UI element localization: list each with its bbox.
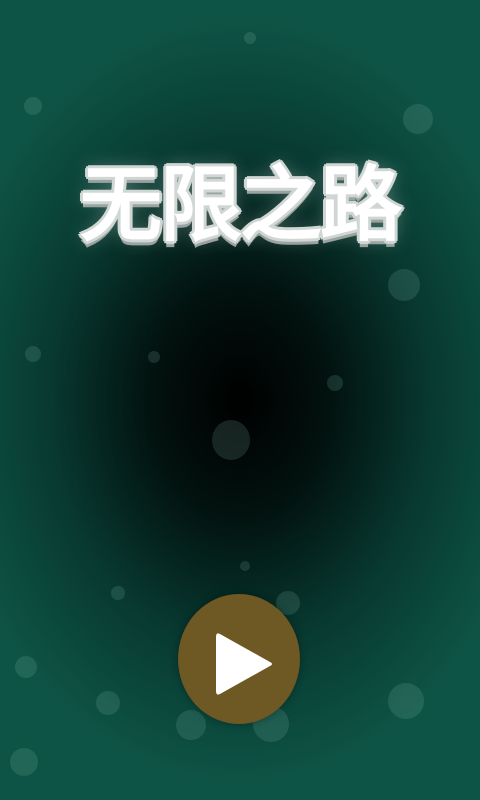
background-bubble <box>212 420 250 460</box>
background-bubble <box>10 748 38 776</box>
background-bubble <box>25 346 41 362</box>
background-bubble <box>327 375 343 391</box>
background-bubble <box>176 710 206 740</box>
background-bubble <box>96 691 120 715</box>
background-bubble <box>403 104 433 134</box>
background-bubble <box>111 586 125 600</box>
background-bubble <box>388 269 420 301</box>
play-icon[interactable] <box>212 628 276 700</box>
game-title: 无限之路 <box>79 158 402 253</box>
background-bubble <box>240 561 250 571</box>
background-bubble <box>24 97 42 115</box>
background-bubble <box>388 683 424 719</box>
background-bubble <box>244 32 256 44</box>
background-bubble <box>148 351 160 363</box>
background-bubble <box>15 656 37 678</box>
